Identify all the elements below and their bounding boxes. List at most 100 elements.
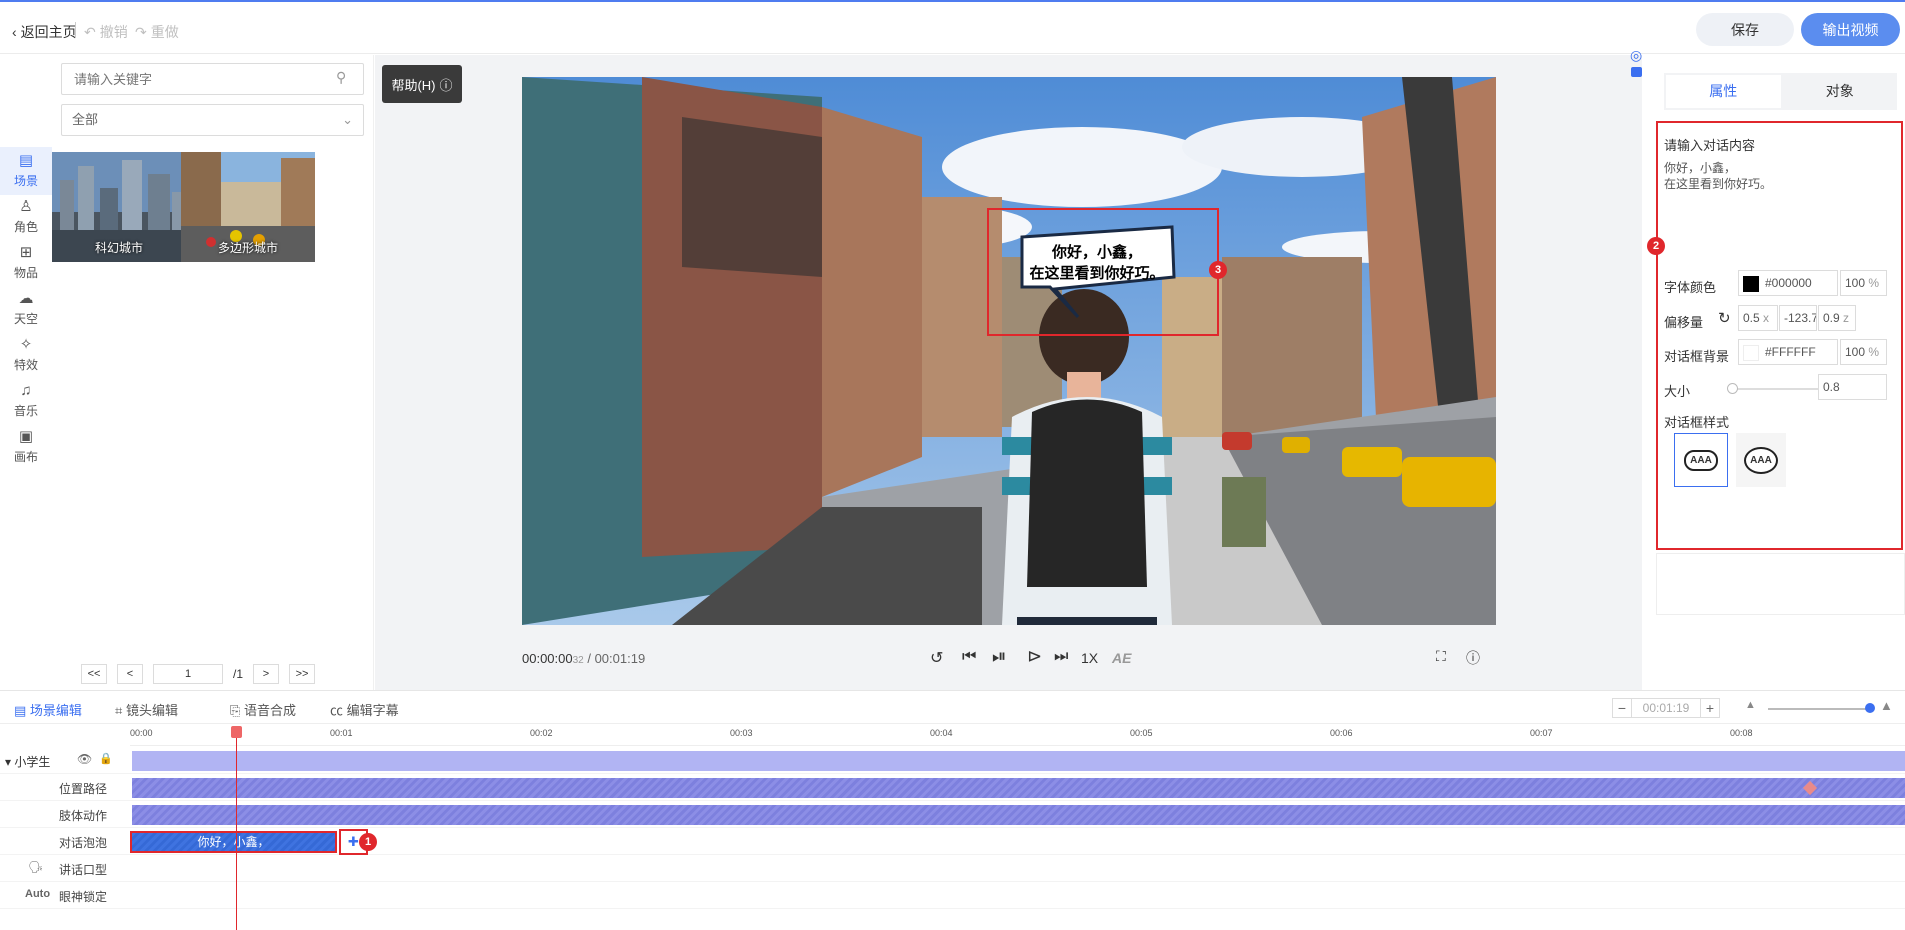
playhead-handle[interactable] bbox=[231, 726, 242, 738]
dialog-bg-label: 对话框背景 bbox=[1664, 349, 1730, 364]
tab-scene-edit[interactable]: ▤ 场景编辑 bbox=[14, 700, 82, 719]
bg-opacity-input[interactable]: 100 % bbox=[1840, 339, 1887, 365]
camera-view-icon[interactable] bbox=[1631, 67, 1642, 77]
first-page-button[interactable]: << bbox=[81, 664, 107, 684]
offset-x-input[interactable]: 0.5 x bbox=[1738, 305, 1778, 331]
stage-area: 帮助(H) ⓘ ◎ 你好，小鑫， 在这里看到你好巧。 3 00:00:0032 … bbox=[375, 47, 1642, 690]
zoom-out-button[interactable]: − bbox=[1612, 698, 1632, 718]
offset-y-input[interactable]: -123.7 y bbox=[1779, 305, 1817, 331]
effects-icon: ✧ bbox=[19, 336, 33, 353]
search-icon[interactable]: ⚲ bbox=[336, 69, 346, 86]
font-opacity-input[interactable]: 100 % bbox=[1840, 270, 1887, 296]
offset-z-input[interactable]: 0.9 z bbox=[1818, 305, 1856, 331]
help-button[interactable]: 帮助(H) ⓘ bbox=[382, 65, 462, 103]
export-video-button[interactable]: 输出视频 bbox=[1801, 13, 1900, 46]
nav-item-scene[interactable]: ▤ 场景 bbox=[0, 147, 52, 195]
character-track-header[interactable]: ▾ 小学生 bbox=[5, 753, 50, 770]
tab-edit-subtitles[interactable]: ㏄ 编辑字幕 bbox=[330, 700, 399, 719]
nav-item-objects[interactable]: ⊞ 物品 bbox=[0, 239, 52, 287]
nav-item-sky[interactable]: ☁ 天空 bbox=[0, 285, 52, 333]
left-nav: ▤ 场景 ♙ 角色 ⊞ 物品 ☁ 天空 ✧ 特效 ♫ 音乐 ▣ 画布 bbox=[0, 55, 52, 690]
font-color-label: 字体颜色 bbox=[1664, 280, 1717, 295]
ae-button[interactable]: AE bbox=[1112, 650, 1131, 666]
auto-label: Auto bbox=[25, 888, 51, 900]
next-page-button[interactable]: > bbox=[253, 664, 280, 684]
tab-voice-synthesis[interactable]: ⎘ 语音合成 bbox=[230, 700, 296, 719]
dialog-bg-picker[interactable]: #FFFFFF bbox=[1738, 339, 1838, 365]
track-row-body-action: 肢体动作 bbox=[0, 801, 1905, 828]
size-input[interactable]: 0.8 bbox=[1818, 374, 1887, 400]
character-icon: ♙ bbox=[19, 198, 33, 215]
fullscreen-icon[interactable]: ⛶ bbox=[1436, 648, 1446, 665]
zoom-slider-track[interactable] bbox=[1768, 708, 1873, 710]
scene-thumb-scifi-city[interactable]: 科幻城市 bbox=[52, 152, 186, 262]
undo-icon: ↶ bbox=[84, 23, 96, 40]
save-button[interactable]: 保存 bbox=[1696, 13, 1794, 46]
play-icon[interactable]: ⏯ bbox=[992, 646, 1006, 667]
bubble-style-option-2[interactable]: AAA bbox=[1736, 433, 1786, 487]
question-circle-icon: ⓘ bbox=[439, 77, 453, 93]
scene-thumb-polygon-city[interactable]: 多边形城市 bbox=[181, 152, 315, 262]
nav-item-effects[interactable]: ✧ 特效 bbox=[0, 331, 52, 379]
last-page-button[interactable]: >> bbox=[289, 664, 316, 684]
track-label: 肢体动作 bbox=[58, 809, 107, 823]
zoom-in-button[interactable]: + bbox=[1700, 698, 1720, 718]
music-icon: ♫ bbox=[20, 382, 32, 399]
tick-label: 00:01 bbox=[330, 728, 353, 738]
undo-button[interactable]: ↶ 撤销 bbox=[84, 22, 128, 42]
tab-camera-edit[interactable]: ⌗ 镜头编辑 bbox=[115, 700, 178, 719]
character-track-bar[interactable] bbox=[132, 751, 1905, 771]
track-row-eye-lock: Auto 眼神锁定 bbox=[0, 882, 1905, 909]
eye-icon[interactable]: 👁 bbox=[77, 752, 92, 766]
font-color-picker[interactable]: #000000 bbox=[1738, 270, 1838, 296]
scene-viewport[interactable]: 你好，小鑫， 在这里看到你好巧。 3 bbox=[522, 77, 1496, 625]
sky-icon: ☁ bbox=[18, 290, 34, 307]
play-from-start-icon[interactable]: ⊳ bbox=[1027, 646, 1042, 667]
top-bar: ‹ 返回主页 ↶ 撤销 ↷ 重做 保存 输出视频 bbox=[0, 2, 1905, 54]
chevron-left-icon: ‹ bbox=[12, 24, 17, 40]
track-label: 讲话口型 bbox=[58, 863, 107, 877]
previous-frame-icon[interactable]: ⏮ bbox=[962, 648, 976, 666]
back-home-button[interactable]: ‹ 返回主页 bbox=[12, 22, 77, 42]
page-input[interactable]: 1 bbox=[153, 664, 223, 684]
pagination: << < 1 /1 > >> bbox=[81, 662, 316, 686]
size-slider-track[interactable] bbox=[1730, 388, 1820, 390]
loop-icon[interactable]: ↺ bbox=[930, 648, 943, 668]
lock-icon[interactable]: 🔒 bbox=[99, 752, 113, 765]
track-label: 位置路径 bbox=[58, 782, 107, 796]
nav-item-canvas[interactable]: ▣ 画布 bbox=[0, 423, 52, 471]
properties-panel: 属性 对象 请输入对话内容 你好，小鑫， 在这里看到你好巧。 2 字体颜色 #0… bbox=[1642, 55, 1905, 690]
timeline-ruler: 00:00 00:01 00:02 00:03 00:04 00:05 00:0… bbox=[130, 724, 1905, 746]
tab-object[interactable]: 对象 bbox=[1783, 73, 1898, 110]
annotation-badge-1: 1 bbox=[359, 833, 377, 851]
zoom-slider-handle[interactable] bbox=[1865, 703, 1875, 713]
playhead[interactable] bbox=[231, 726, 242, 930]
next-frame-icon[interactable]: ⏭ bbox=[1054, 648, 1068, 666]
playback-controls: 00:00:0032 / 00:01:19 ↺ ⏮ ⏯ ⊳ ⏭ 1X AE ⛶ … bbox=[522, 646, 1496, 680]
size-slider-handle[interactable] bbox=[1727, 383, 1738, 394]
dialog-bubble-clip[interactable]: 你好，小鑫， bbox=[130, 831, 337, 853]
nav-item-music[interactable]: ♫ 音乐 bbox=[0, 377, 52, 425]
target-icon[interactable]: ◎ bbox=[1630, 47, 1642, 64]
redo-button[interactable]: ↷ 重做 bbox=[135, 22, 179, 42]
objects-icon: ⊞ bbox=[19, 244, 33, 261]
camera-icon: ⌗ bbox=[115, 703, 126, 718]
offset-label: 偏移量 bbox=[1664, 315, 1704, 330]
dialog-text-area[interactable]: 你好，小鑫， 在这里看到你好巧。 bbox=[1664, 160, 1891, 244]
tab-properties[interactable]: 属性 bbox=[1666, 75, 1781, 108]
bubble-style-option-1[interactable]: AAA bbox=[1674, 433, 1728, 487]
help-circle-icon[interactable]: ⓘ bbox=[1466, 648, 1480, 668]
track-row-dialog-bubble: 对话泡泡 你好，小鑫， ✚ 1 bbox=[0, 828, 1905, 855]
speed-button[interactable]: 1X bbox=[1081, 650, 1098, 666]
body-action-track[interactable] bbox=[132, 805, 1905, 825]
search-input[interactable] bbox=[61, 63, 364, 95]
category-select[interactable]: 全部 ⌄ bbox=[61, 104, 364, 136]
reset-offset-icon[interactable]: ↻ bbox=[1718, 309, 1731, 327]
position-path-track[interactable] bbox=[132, 778, 1905, 798]
page-total: /1 bbox=[233, 667, 244, 681]
dialog-bg-swatch bbox=[1743, 344, 1759, 361]
prev-page-button[interactable]: < bbox=[117, 664, 143, 684]
duration-display[interactable]: 00:01:19 bbox=[1632, 698, 1700, 718]
timeline: ▤ 场景编辑 ⌗ 镜头编辑 ⎘ 语音合成 ㏄ 编辑字幕 − 00:01:19 +… bbox=[0, 690, 1905, 930]
nav-item-character[interactable]: ♙ 角色 bbox=[0, 193, 52, 241]
